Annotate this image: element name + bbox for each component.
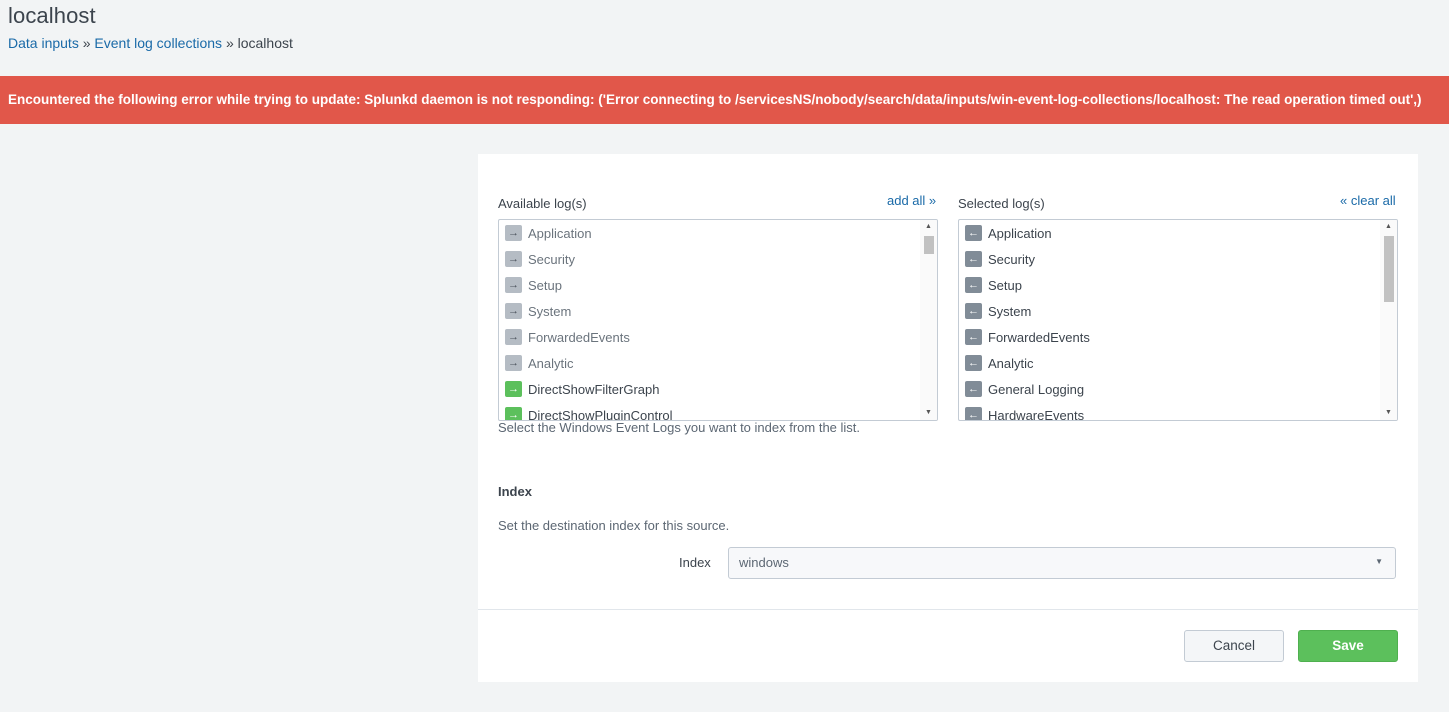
arrow-right-icon: → <box>505 277 522 293</box>
list-item[interactable]: → Application <box>499 220 920 246</box>
arrow-right-icon: → <box>505 251 522 267</box>
list-item-label: Setup <box>528 277 562 293</box>
clear-all-link[interactable]: « clear all <box>1340 193 1396 208</box>
arrow-right-icon: → <box>505 303 522 319</box>
list-item[interactable]: → DirectShowPluginControl <box>499 402 920 421</box>
arrow-left-icon: ← <box>965 381 982 397</box>
edit-panel: Available log(s) add all » → Application… <box>478 154 1418 682</box>
list-item-label: ForwardedEvents <box>988 329 1090 345</box>
list-item[interactable]: → Analytic <box>499 350 920 376</box>
scroll-thumb[interactable] <box>1384 236 1394 302</box>
list-item[interactable]: ← Setup <box>959 272 1380 298</box>
arrow-right-icon: → <box>505 381 522 397</box>
list-item-label: DirectShowFilterGraph <box>528 381 660 397</box>
arrow-left-icon: ← <box>965 407 982 420</box>
arrow-left-icon: ← <box>965 277 982 293</box>
selected-logs-label: Selected log(s) <box>958 196 1045 211</box>
list-item-label: General Logging <box>988 381 1085 397</box>
list-item-label: Setup <box>988 277 1022 293</box>
arrow-right-icon: → <box>505 407 522 420</box>
list-item[interactable]: ← System <box>959 298 1380 324</box>
list-item[interactable]: → ForwardedEvents <box>499 324 920 350</box>
footer-divider <box>478 609 1418 610</box>
list-item[interactable]: → System <box>499 298 920 324</box>
arrow-left-icon: ← <box>965 303 982 319</box>
breadcrumb-current: localhost <box>237 35 293 51</box>
selected-logs-list[interactable]: ← Application ← Security ← Setup ← Syste… <box>958 219 1398 421</box>
arrow-right-icon: → <box>505 329 522 345</box>
list-item[interactable]: ← Analytic <box>959 350 1380 376</box>
list-item[interactable]: ← Application <box>959 220 1380 246</box>
logs-help-text: Select the Windows Event Logs you want t… <box>498 420 861 435</box>
caret-down-icon: ▼ <box>1375 557 1383 566</box>
list-item[interactable]: ← Security <box>959 246 1380 272</box>
index-section-title: Index <box>498 484 532 499</box>
list-item-label: HardwareEvents <box>988 407 1085 421</box>
scroll-thumb[interactable] <box>924 236 934 254</box>
list-item-label: Security <box>988 251 1035 267</box>
list-item[interactable]: ← HardwareEvents <box>959 402 1380 421</box>
available-logs-list[interactable]: → Application → Security → Setup → Syste… <box>498 219 938 421</box>
index-help-text: Set the destination index for this sourc… <box>498 518 730 533</box>
page: localhost Data inputs » Event log collec… <box>0 0 1449 712</box>
breadcrumb-data-inputs-link[interactable]: Data inputs <box>8 35 79 51</box>
list-item-label: DirectShowPluginControl <box>528 407 673 421</box>
list-item-label: System <box>988 303 1032 319</box>
index-select-value: windows <box>739 555 789 570</box>
list-item-label: Analytic <box>988 355 1034 371</box>
arrow-left-icon: ← <box>965 225 982 241</box>
list-item[interactable]: → Security <box>499 246 920 272</box>
arrow-right-icon: → <box>505 225 522 241</box>
list-item-label: Application <box>988 225 1052 241</box>
page-title: localhost <box>8 3 96 28</box>
scroll-up-icon[interactable]: ▲ <box>1380 220 1397 234</box>
list-item-label: System <box>528 303 572 319</box>
list-item-label: ForwardedEvents <box>528 329 630 345</box>
scroll-down-icon[interactable]: ▼ <box>1380 406 1397 420</box>
list-item[interactable]: ← General Logging <box>959 376 1380 402</box>
arrow-left-icon: ← <box>965 251 982 267</box>
list-item[interactable]: → DirectShowFilterGraph <box>499 376 920 402</box>
arrow-left-icon: ← <box>965 329 982 345</box>
index-select[interactable]: windows ▼ <box>728 547 1396 579</box>
breadcrumb-separator: » <box>82 35 91 51</box>
arrow-right-icon: → <box>505 355 522 371</box>
add-all-link[interactable]: add all » <box>887 193 936 208</box>
breadcrumb-separator: » <box>225 35 234 51</box>
list-item[interactable]: → Setup <box>499 272 920 298</box>
scroll-up-icon[interactable]: ▲ <box>920 220 937 234</box>
arrow-left-icon: ← <box>965 355 982 371</box>
list-item[interactable]: ← ForwardedEvents <box>959 324 1380 350</box>
error-banner: Encountered the following error while tr… <box>0 76 1449 124</box>
breadcrumb: Data inputs » Event log collections » lo… <box>8 35 293 51</box>
save-button[interactable]: Save <box>1298 630 1398 662</box>
cancel-button[interactable]: Cancel <box>1184 630 1284 662</box>
list-item-label: Application <box>528 225 592 241</box>
index-field-label: Index <box>679 555 711 570</box>
breadcrumb-event-log-collections-link[interactable]: Event log collections <box>94 35 222 51</box>
available-logs-label: Available log(s) <box>498 196 587 211</box>
selected-list-scrollbar[interactable]: ▲ ▼ <box>1380 220 1397 420</box>
list-item-label: Security <box>528 251 575 267</box>
available-list-scrollbar[interactable]: ▲ ▼ <box>920 220 937 420</box>
scroll-down-icon[interactable]: ▼ <box>920 406 937 420</box>
list-item-label: Analytic <box>528 355 574 371</box>
